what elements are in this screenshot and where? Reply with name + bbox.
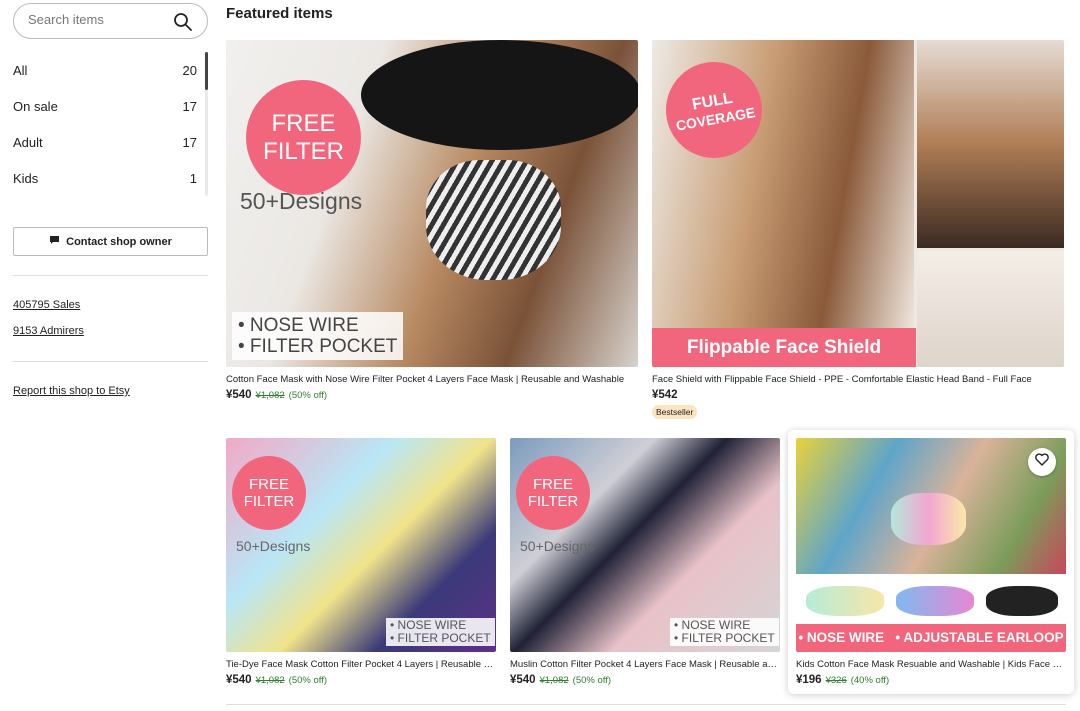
admirers-link[interactable]: 9153 Admirers	[13, 325, 208, 337]
divider	[13, 275, 208, 276]
promo-circle: FREE FILTER	[232, 456, 306, 530]
discount: (50% off)	[288, 390, 328, 401]
photo-panel	[917, 40, 1064, 248]
listing-title[interactable]: Face Shield with Flippable Face Shield -…	[652, 374, 1064, 385]
category-item-adult[interactable]: Adult 17	[13, 124, 208, 160]
designs-text: 50+Designs	[240, 188, 363, 214]
divider	[226, 704, 1066, 705]
message-icon	[49, 235, 60, 248]
report-shop-link[interactable]: Report this shop to Etsy	[13, 385, 208, 397]
price: ¥542	[652, 389, 678, 401]
listing-image[interactable]: FULL COVERAGE Flippable Face Shield	[652, 40, 1064, 367]
original-price: ¥326	[825, 675, 847, 686]
category-item-all[interactable]: All 20	[13, 52, 208, 88]
mask-thumb	[896, 586, 974, 616]
listing-image[interactable]: • NOSE WIRE • ADJUSTABLE EARLOOP	[796, 438, 1066, 652]
sale-price: ¥540	[510, 674, 536, 686]
discount: (40% off)	[850, 675, 890, 686]
features-box: • NOSE WIRE • FILTER POCKET	[386, 618, 495, 646]
promo-banner: • NOSE WIRE • ADJUSTABLE EARLOOP	[796, 624, 1066, 652]
bestseller-badge: Bestseller	[652, 405, 698, 419]
category-label: Kids	[13, 170, 39, 186]
category-count: 1	[189, 170, 197, 186]
feature-text: • FILTER POCKET	[390, 631, 491, 645]
listing-card[interactable]: FULL COVERAGE Flippable Face Shield Face…	[652, 40, 1064, 420]
mask-shape	[426, 160, 561, 280]
feature-text: • FILTER POCKET	[674, 631, 775, 645]
mask-thumb	[806, 586, 884, 616]
listing-title[interactable]: Muslin Cotton Filter Pocket 4 Layers Fac…	[510, 659, 780, 670]
listing-title[interactable]: Kids Cotton Face Mask Resuable and Washa…	[796, 659, 1066, 670]
discount: (50% off)	[572, 675, 612, 686]
features-box: • NOSE WIRE • FILTER POCKET	[232, 312, 404, 360]
search-box	[13, 3, 208, 39]
feature-text: • NOSE WIRE	[238, 315, 359, 336]
price-row: ¥196 ¥326 (40% off)	[796, 674, 1066, 686]
designs-text: 50+Designs	[236, 538, 311, 554]
listing-card[interactable]: FREE FILTER 50+Designs • NOSE WIRE • FIL…	[226, 438, 496, 686]
price-row: ¥540 ¥1,082 (50% off)	[226, 674, 496, 686]
sale-price: ¥540	[226, 389, 252, 401]
listing-image[interactable]: FREE FILTER 50+Designs • NOSE WIRE • FIL…	[510, 438, 780, 652]
category-item-on-sale[interactable]: On sale 17	[13, 88, 208, 124]
promo-text: FILTER	[263, 137, 344, 165]
listing-card[interactable]: FREE FILTER 50+Designs • NOSE WIRE • FIL…	[226, 40, 638, 401]
sale-price: ¥196	[796, 674, 822, 686]
category-scrollbar[interactable]	[205, 52, 208, 196]
category-item-kids[interactable]: Kids 1	[13, 160, 208, 196]
promo-text: FREE	[271, 109, 336, 137]
promo-banner: Flippable Face Shield	[652, 328, 916, 367]
mask-shape	[891, 493, 966, 545]
listing-title[interactable]: Cotton Face Mask with Nose Wire Filter P…	[226, 374, 638, 385]
sale-price: ¥540	[226, 674, 252, 686]
search-input[interactable]	[28, 12, 168, 27]
discount: (50% off)	[288, 675, 328, 686]
price-row: ¥540 ¥1,082 (50% off)	[510, 674, 780, 686]
listing-title[interactable]: Tie-Dye Face Mask Cotton Filter Pocket 4…	[226, 659, 496, 670]
category-count: 17	[182, 134, 197, 150]
mask-thumb	[986, 586, 1058, 616]
hat-shape	[361, 40, 638, 150]
photo-panel	[917, 251, 1064, 367]
category-scrollbar-thumb[interactable]	[205, 52, 208, 90]
promo-circle: FREE FILTER	[516, 456, 590, 530]
category-label: Adult	[13, 134, 43, 150]
price-row: ¥542	[652, 389, 1064, 401]
favorite-button[interactable]	[1028, 448, 1056, 476]
promo-circle: FREE FILTER	[246, 80, 361, 195]
feature-text: • FILTER POCKET	[238, 336, 398, 357]
promo-text: FILTER	[243, 493, 295, 510]
category-label: On sale	[13, 98, 58, 114]
price-row: ¥540 ¥1,082 (50% off)	[226, 389, 638, 401]
category-count: 20	[182, 62, 197, 78]
search-icon[interactable]	[173, 12, 193, 32]
heart-icon	[1035, 453, 1049, 471]
category-label: All	[13, 62, 28, 78]
listing-card[interactable]: • NOSE WIRE • ADJUSTABLE EARLOOP Kids Co…	[788, 430, 1074, 694]
features-box: • NOSE WIRE • FILTER POCKET	[670, 618, 779, 646]
shop-sidebar: All 20 On sale 17 Adult 17 Kids 1 Contact sh…	[13, 3, 208, 397]
designs-text: 50+Designs	[520, 538, 595, 554]
contact-button-label: Contact shop owner	[66, 235, 172, 248]
category-list: All 20 On sale 17 Adult 17 Kids 1	[13, 52, 208, 196]
section-heading: Featured items	[226, 5, 333, 22]
original-price: ¥1,082	[255, 390, 285, 401]
promo-text: FREE	[248, 476, 289, 493]
category-count: 17	[182, 98, 197, 114]
sales-link[interactable]: 405795 Sales	[13, 299, 208, 311]
listing-image[interactable]: FREE FILTER 50+Designs • NOSE WIRE • FIL…	[226, 438, 496, 652]
promo-text: FILTER	[527, 493, 579, 510]
contact-shop-owner-button[interactable]: Contact shop owner	[13, 227, 208, 256]
divider	[13, 361, 208, 362]
listing-image[interactable]: FREE FILTER 50+Designs • NOSE WIRE • FIL…	[226, 40, 638, 367]
original-price: ¥1,082	[255, 675, 285, 686]
original-price: ¥1,082	[539, 675, 569, 686]
listing-card[interactable]: FREE FILTER 50+Designs • NOSE WIRE • FIL…	[510, 438, 780, 686]
promo-text: FREE	[532, 476, 573, 493]
